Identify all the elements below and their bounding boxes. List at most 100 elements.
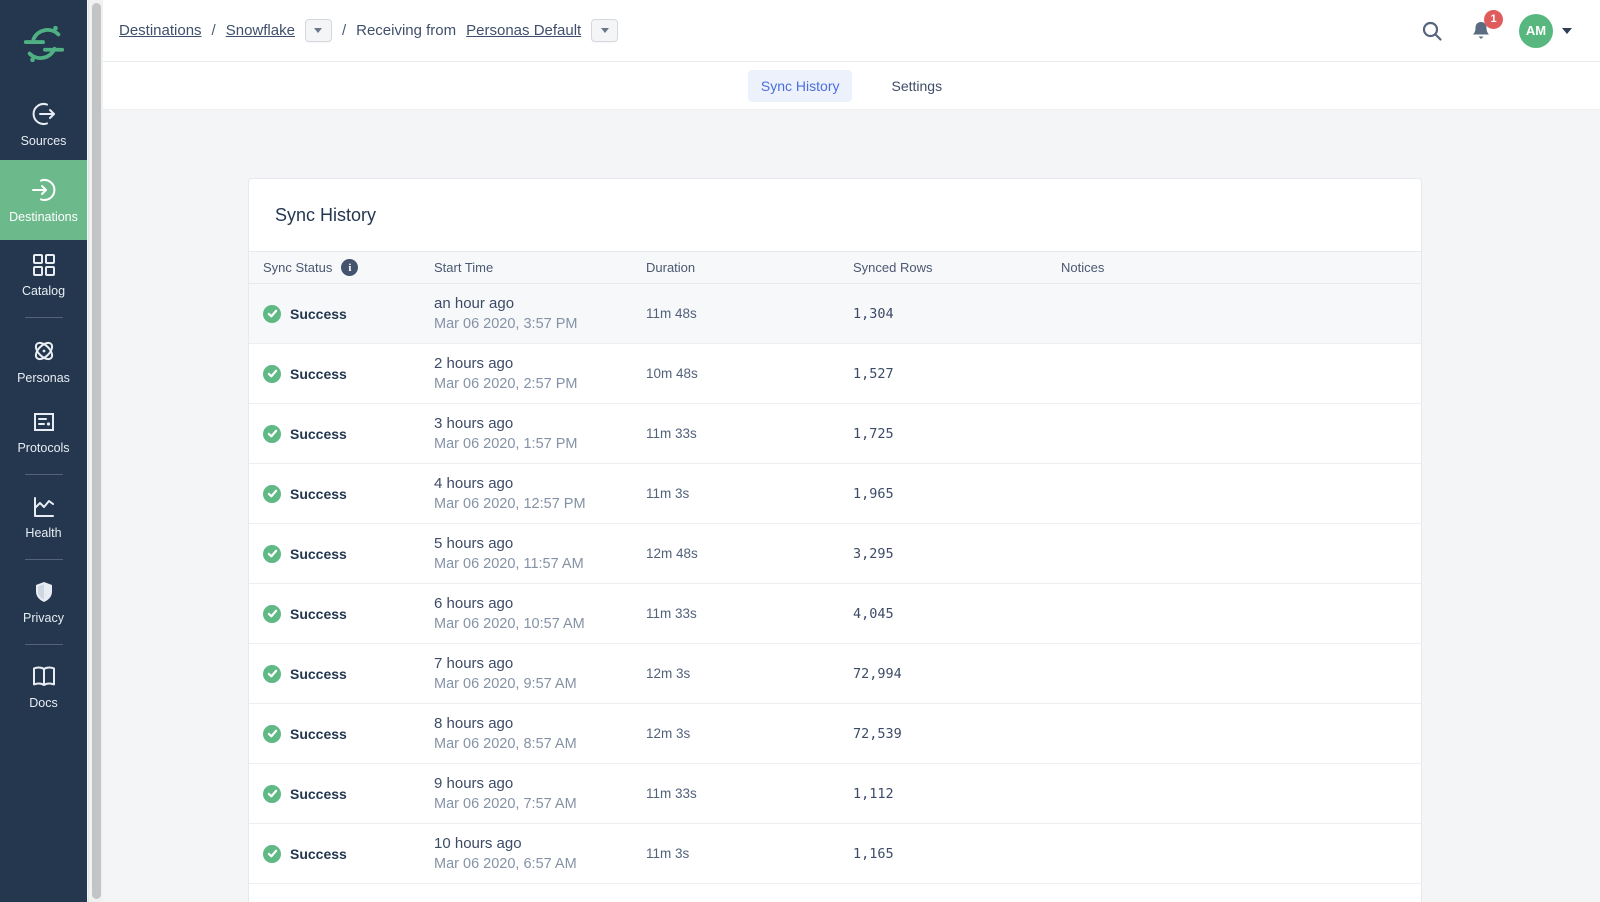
table-header-row: Sync Status i Start Time Duration Synced… bbox=[249, 251, 1421, 284]
tab-settings[interactable]: Settings bbox=[878, 70, 955, 102]
sidebar-item-personas[interactable]: Personas bbox=[0, 325, 87, 397]
start-time-cell: 8 hours ago Mar 06 2020, 8:57 AM bbox=[434, 713, 646, 755]
duration-cell: 12m 3s bbox=[646, 726, 853, 741]
header-actions: 1 AM bbox=[1421, 14, 1572, 48]
table-row[interactable]: Success 7 hours ago Mar 06 2020, 9:57 AM… bbox=[249, 644, 1421, 704]
document-list-icon bbox=[32, 410, 56, 434]
column-header-duration: Duration bbox=[646, 260, 853, 275]
page-scrollbar[interactable] bbox=[88, 0, 103, 902]
absolute-time: Mar 06 2020, 12:57 PM bbox=[434, 494, 646, 515]
success-check-icon bbox=[263, 605, 281, 623]
info-icon[interactable]: i bbox=[341, 259, 358, 276]
sidebar-divider bbox=[25, 474, 63, 475]
status-label: Success bbox=[290, 546, 347, 562]
absolute-time: Mar 06 2020, 11:57 AM bbox=[434, 554, 646, 575]
sidebar-divider bbox=[25, 317, 63, 318]
breadcrumb-snowflake-link[interactable]: Snowflake bbox=[226, 22, 295, 39]
synced-rows-cell: 4,045 bbox=[853, 606, 1061, 622]
status-cell: Success bbox=[263, 545, 434, 563]
relative-time: 10 hours ago bbox=[434, 833, 646, 854]
column-header-notices: Notices bbox=[1061, 260, 1421, 275]
synced-rows-cell: 1,725 bbox=[853, 426, 1061, 442]
relative-time: 9 hours ago bbox=[434, 773, 646, 794]
start-time-cell: 7 hours ago Mar 06 2020, 9:57 AM bbox=[434, 653, 646, 695]
absolute-time: Mar 06 2020, 8:57 AM bbox=[434, 734, 646, 755]
status-label: Success bbox=[290, 786, 347, 802]
synced-rows-cell: 72,539 bbox=[853, 726, 1061, 742]
search-icon bbox=[1421, 20, 1443, 42]
table-row[interactable]: Success 3 hours ago Mar 06 2020, 1:57 PM… bbox=[249, 404, 1421, 464]
top-header: Destinations / Snowflake / Receiving fro… bbox=[103, 0, 1600, 62]
absolute-time: Mar 06 2020, 1:57 PM bbox=[434, 434, 646, 455]
atom-icon bbox=[31, 338, 57, 364]
chart-line-icon bbox=[32, 495, 56, 519]
absolute-time: Mar 06 2020, 10:57 AM bbox=[434, 614, 646, 635]
relative-time: 4 hours ago bbox=[434, 473, 646, 494]
relative-time: 5 hours ago bbox=[434, 533, 646, 554]
success-check-icon bbox=[263, 305, 281, 323]
shield-icon bbox=[32, 580, 56, 604]
duration-cell: 11m 48s bbox=[646, 306, 853, 321]
source-dropdown-button[interactable] bbox=[591, 19, 618, 42]
sidebar-divider bbox=[25, 559, 63, 560]
sidebar-item-privacy[interactable]: Privacy bbox=[0, 567, 87, 637]
table-row[interactable]: Success 6 hours ago Mar 06 2020, 10:57 A… bbox=[249, 584, 1421, 644]
column-header-start-time: Start Time bbox=[434, 260, 646, 275]
scrollbar-thumb[interactable] bbox=[92, 3, 101, 899]
table-row[interactable]: Success an hour ago Mar 06 2020, 3:57 PM… bbox=[249, 284, 1421, 344]
synced-rows-cell: 1,965 bbox=[853, 486, 1061, 502]
duration-cell: 10m 48s bbox=[646, 366, 853, 381]
success-check-icon bbox=[263, 725, 281, 743]
status-cell: Success bbox=[263, 665, 434, 683]
page-content: Sync History Sync Status i Start Time Du… bbox=[103, 110, 1600, 902]
notification-badge: 1 bbox=[1484, 10, 1503, 29]
search-button[interactable] bbox=[1421, 20, 1443, 42]
destinations-icon bbox=[31, 177, 57, 203]
tab-sync-history[interactable]: Sync History bbox=[748, 70, 853, 102]
duration-cell: 11m 3s bbox=[646, 486, 853, 501]
sync-table-body: Success an hour ago Mar 06 2020, 3:57 PM… bbox=[249, 284, 1421, 884]
synced-rows-cell: 72,994 bbox=[853, 666, 1061, 682]
start-time-cell: 6 hours ago Mar 06 2020, 10:57 AM bbox=[434, 593, 646, 635]
synced-rows-cell: 1,165 bbox=[853, 846, 1061, 862]
sidebar-item-destinations[interactable]: Destinations bbox=[0, 160, 87, 240]
synced-rows-cell: 1,527 bbox=[853, 366, 1061, 382]
table-row[interactable]: Success 10 hours ago Mar 06 2020, 6:57 A… bbox=[249, 824, 1421, 884]
sidebar-item-docs[interactable]: Docs bbox=[0, 652, 87, 722]
sidebar-item-label: Catalog bbox=[22, 284, 65, 298]
receiving-from-label: Receiving from bbox=[356, 22, 456, 39]
table-row[interactable]: Success 5 hours ago Mar 06 2020, 11:57 A… bbox=[249, 524, 1421, 584]
start-time-cell: an hour ago Mar 06 2020, 3:57 PM bbox=[434, 293, 646, 335]
absolute-time: Mar 06 2020, 7:57 AM bbox=[434, 794, 646, 815]
user-menu[interactable]: AM bbox=[1519, 14, 1572, 48]
avatar[interactable]: AM bbox=[1519, 14, 1553, 48]
table-row[interactable]: Success 4 hours ago Mar 06 2020, 12:57 P… bbox=[249, 464, 1421, 524]
duration-cell: 12m 3s bbox=[646, 666, 853, 681]
notifications-button[interactable]: 1 bbox=[1469, 19, 1493, 43]
status-label: Success bbox=[290, 726, 347, 742]
table-row[interactable]: Success 9 hours ago Mar 06 2020, 7:57 AM… bbox=[249, 764, 1421, 824]
breadcrumb-destinations-link[interactable]: Destinations bbox=[119, 22, 202, 39]
start-time-cell: 2 hours ago Mar 06 2020, 2:57 PM bbox=[434, 353, 646, 395]
table-row[interactable]: Success 8 hours ago Mar 06 2020, 8:57 AM… bbox=[249, 704, 1421, 764]
sidebar: Sources Destinations Catalog bbox=[0, 0, 87, 902]
column-header-synced-rows: Synced Rows bbox=[853, 260, 1061, 275]
start-time-cell: 5 hours ago Mar 06 2020, 11:57 AM bbox=[434, 533, 646, 575]
sidebar-item-label: Personas bbox=[17, 371, 70, 385]
sidebar-item-protocols[interactable]: Protocols bbox=[0, 397, 87, 467]
segment-logo[interactable] bbox=[0, 0, 87, 88]
sidebar-item-label: Docs bbox=[29, 696, 57, 710]
success-check-icon bbox=[263, 545, 281, 563]
sidebar-item-sources[interactable]: Sources bbox=[0, 88, 87, 160]
success-check-icon bbox=[263, 785, 281, 803]
relative-time: 8 hours ago bbox=[434, 713, 646, 734]
table-row[interactable]: Success 2 hours ago Mar 06 2020, 2:57 PM… bbox=[249, 344, 1421, 404]
card-title: Sync History bbox=[249, 179, 1421, 251]
main-area: Destinations / Snowflake / Receiving fro… bbox=[103, 0, 1600, 902]
sidebar-divider bbox=[25, 644, 63, 645]
destination-dropdown-button[interactable] bbox=[305, 19, 332, 42]
sidebar-item-health[interactable]: Health bbox=[0, 482, 87, 552]
breadcrumb-source-link[interactable]: Personas Default bbox=[466, 22, 581, 39]
status-label: Success bbox=[290, 846, 347, 862]
sidebar-item-catalog[interactable]: Catalog bbox=[0, 240, 87, 310]
